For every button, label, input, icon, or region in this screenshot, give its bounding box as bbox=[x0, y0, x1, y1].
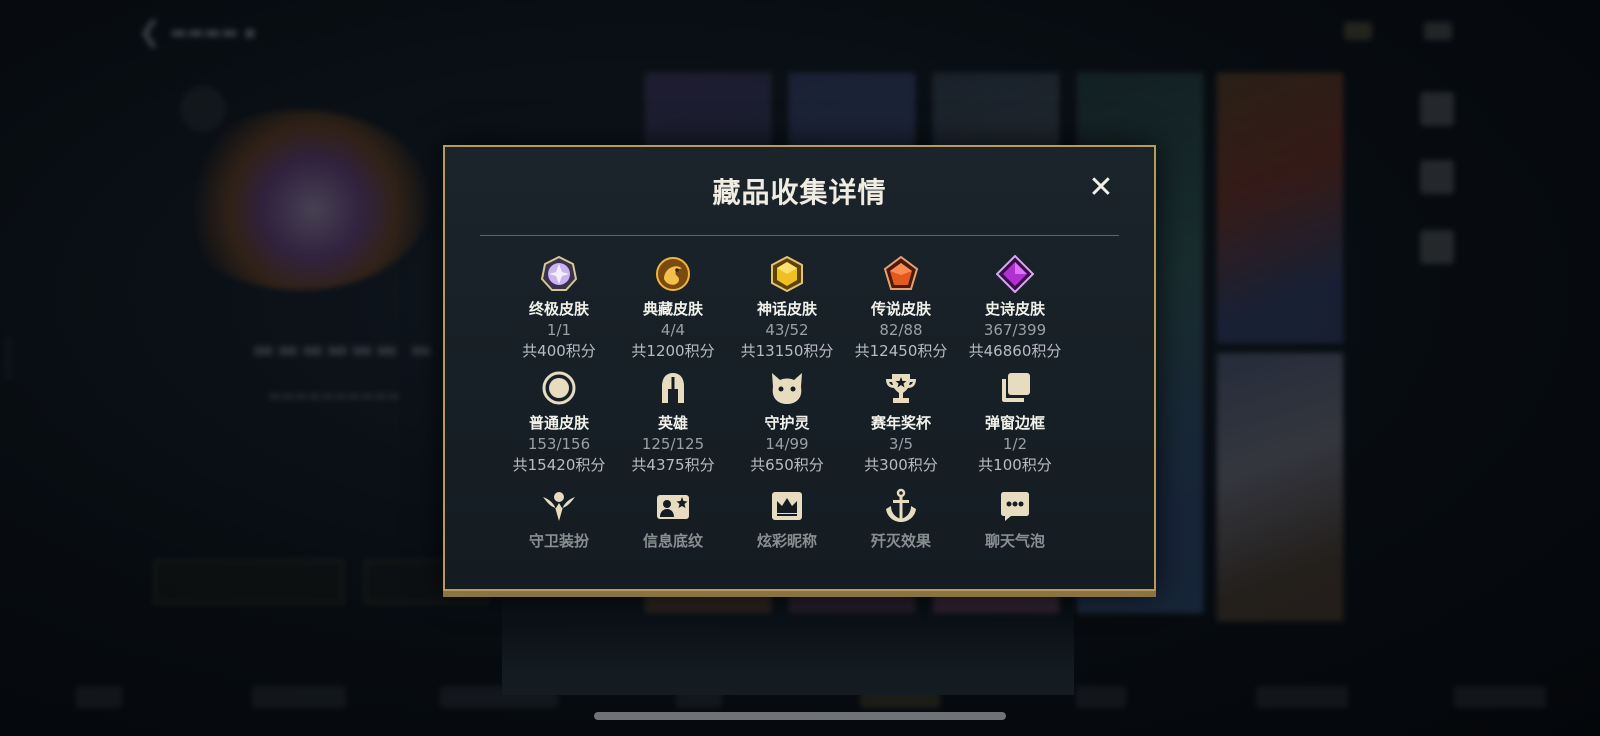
item-points: 共13150积分 bbox=[740, 342, 834, 360]
legendary-skin-gem-icon bbox=[883, 255, 919, 290]
frame-stack-icon bbox=[1002, 373, 1030, 402]
collection-item-legendary[interactable]: 传说皮肤 82/88 共12450积分 bbox=[844, 255, 958, 361]
divider bbox=[480, 235, 1119, 236]
item-name: 守护灵 bbox=[764, 414, 810, 432]
collection-item-chat-bubble[interactable]: 聊天气泡 bbox=[958, 487, 1072, 551]
item-points: 共650积分 bbox=[750, 456, 824, 474]
item-name: 史诗皮肤 bbox=[984, 300, 1045, 318]
home-indicator[interactable] bbox=[594, 712, 1006, 720]
screen: ❮ ▬▬▬▬ ▪ ▬▬▬▬▬▬ ▬ ▬▬▬▬▬▬▬▬▬▬ 5410870 藏品收… bbox=[0, 0, 1600, 736]
helmet-icon bbox=[662, 373, 684, 403]
epic-skin-gem-icon bbox=[996, 255, 1034, 293]
item-name: 守卫装扮 bbox=[528, 532, 589, 550]
item-name: 炫彩昵称 bbox=[756, 532, 817, 550]
item-name: 典藏皮肤 bbox=[642, 300, 703, 318]
item-points: 共100积分 bbox=[978, 456, 1052, 474]
collection-item-info-card[interactable]: 信息底纹 bbox=[616, 487, 730, 551]
item-name: 英雄 bbox=[657, 414, 688, 432]
dialog-title: 藏品收集详情 bbox=[712, 176, 887, 209]
collection-item-ultimate[interactable]: 终极皮肤 1/1 共400积分 bbox=[502, 255, 616, 361]
item-points: 共300积分 bbox=[864, 456, 938, 474]
prestige-skin-dragon-icon bbox=[656, 257, 690, 291]
trophy-icon bbox=[886, 374, 916, 403]
info-card-icon bbox=[657, 495, 689, 519]
collection-item-epic[interactable]: 史诗皮肤 367/399 共46860积分 bbox=[958, 255, 1072, 361]
item-points: 共4375积分 bbox=[631, 456, 715, 474]
item-name: 信息底纹 bbox=[642, 532, 703, 550]
mythic-skin-gem-icon bbox=[771, 255, 803, 293]
item-name: 弹窗边框 bbox=[984, 414, 1045, 432]
item-points: 共400积分 bbox=[522, 342, 596, 360]
item-count: 3/5 bbox=[888, 435, 914, 453]
nickname-crown-icon bbox=[772, 492, 802, 520]
collection-item-mythic[interactable]: 神话皮肤 43/52 共13150积分 bbox=[730, 255, 844, 361]
item-points: 共46860积分 bbox=[968, 342, 1062, 360]
item-count: 1/2 bbox=[1002, 435, 1028, 453]
collection-details-dialog: 藏品收集详情 ✕ 终极皮肤 1/1 共400积分 典藏皮肤 4/4 共1200积… bbox=[443, 145, 1156, 695]
item-count: 153/156 bbox=[527, 435, 591, 453]
item-name: 普通皮肤 bbox=[528, 414, 589, 432]
item-name: 传说皮肤 bbox=[870, 300, 931, 318]
collection-grid: 终极皮肤 1/1 共400积分 典藏皮肤 4/4 共1200积分 神话皮肤 43… bbox=[502, 255, 1074, 695]
item-name: 聊天气泡 bbox=[984, 532, 1045, 550]
item-name: 赛年奖杯 bbox=[870, 414, 931, 432]
ward-skin-icon bbox=[543, 492, 575, 521]
collection-item-prestige[interactable]: 典藏皮肤 4/4 共1200积分 bbox=[616, 255, 730, 361]
collection-item-ward-skin[interactable]: 守卫装扮 bbox=[502, 487, 616, 551]
item-points: 共1200积分 bbox=[631, 342, 715, 360]
item-count: 43/52 bbox=[765, 321, 809, 339]
item-points: 共15420积分 bbox=[512, 456, 606, 474]
item-count: 125/125 bbox=[641, 435, 705, 453]
item-count: 367/399 bbox=[983, 321, 1047, 339]
collection-item-heroes[interactable]: 英雄 125/125 共4375积分 bbox=[616, 369, 730, 475]
item-name: 歼灭效果 bbox=[870, 532, 931, 550]
item-count: 4/4 bbox=[660, 321, 686, 339]
collection-item-popup-frame[interactable]: 弹窗边框 1/2 共100积分 bbox=[958, 369, 1072, 475]
collection-item-annihilation[interactable]: 歼灭效果 bbox=[844, 487, 958, 551]
item-count: 14/99 bbox=[765, 435, 809, 453]
collection-item-guardian[interactable]: 守护灵 14/99 共650积分 bbox=[730, 369, 844, 475]
collection-item-nickname[interactable]: 炫彩昵称 bbox=[730, 487, 844, 551]
guardian-creature-icon bbox=[772, 373, 802, 404]
anchor-icon bbox=[886, 488, 916, 522]
item-count: 82/88 bbox=[879, 321, 923, 339]
item-name: 神话皮肤 bbox=[756, 300, 817, 318]
chat-bubble-icon bbox=[1001, 492, 1029, 521]
close-icon[interactable]: ✕ bbox=[1086, 173, 1116, 203]
collection-item-trophy[interactable]: 赛年奖杯 3/5 共300积分 bbox=[844, 369, 958, 475]
item-points: 共12450积分 bbox=[854, 342, 948, 360]
item-name: 终极皮肤 bbox=[528, 300, 589, 318]
ultimate-skin-gem-icon bbox=[540, 255, 578, 291]
item-count: 1/1 bbox=[546, 321, 572, 339]
normal-skin-circle-icon bbox=[542, 371, 576, 405]
collection-item-normal-skin[interactable]: 普通皮肤 153/156 共15420积分 bbox=[502, 369, 616, 475]
